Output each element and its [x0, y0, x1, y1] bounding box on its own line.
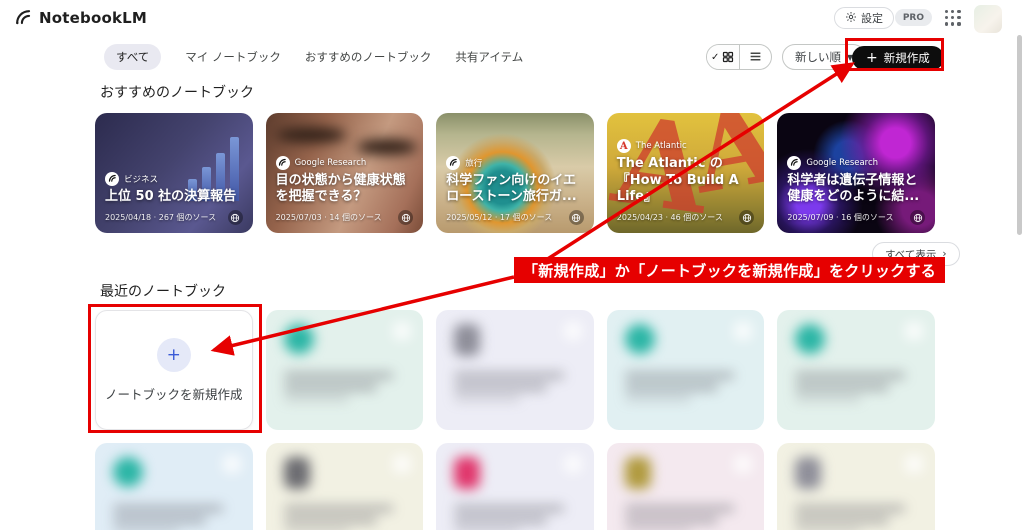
- card-badge: 旅行: [465, 158, 483, 169]
- app-title: NotebookLM: [39, 8, 148, 27]
- create-new-button[interactable]: + 新規作成: [852, 46, 944, 70]
- card-badge: The Atlantic: [635, 141, 687, 152]
- notebooklm-badge-icon: [787, 155, 802, 170]
- app-logo[interactable]: NotebookLM: [14, 8, 147, 27]
- tab-shared-items[interactable]: 共有アイテム: [455, 49, 523, 65]
- scrollbar-thumb[interactable]: [1017, 35, 1022, 235]
- card-title: 科学ファン向けのイエローストーン旅行ガ...: [446, 172, 577, 204]
- notebook-card-blurred[interactable]: [265, 310, 424, 430]
- notebook-card-blurred[interactable]: [777, 443, 935, 530]
- grid-view-icon: [722, 48, 734, 67]
- plus-icon: +: [866, 50, 878, 66]
- notebook-card-blurred[interactable]: [95, 443, 253, 530]
- card-meta: 2025/07/03 · 14 個のソース: [275, 213, 382, 222]
- settings-button[interactable]: 設定: [834, 7, 894, 29]
- globe-icon: [568, 210, 584, 225]
- notebook-card-blurred[interactable]: [265, 443, 424, 530]
- card-badge: Google Research: [294, 157, 367, 168]
- tab-my-notebooks[interactable]: マイ ノートブック: [185, 49, 281, 65]
- card-title: The Atlantic の『How To Build A Life』: [616, 156, 739, 204]
- notebook-card-blurred[interactable]: [436, 443, 594, 530]
- gear-icon: [845, 11, 857, 26]
- featured-card-yellowstone[interactable]: 旅行 科学ファン向けのイエローストーン旅行ガ... 2025/05/12 · 1…: [436, 113, 594, 233]
- notebook-card-blurred[interactable]: [777, 310, 935, 430]
- card-title: 上位 50 社の決算報告: [105, 188, 237, 204]
- app-header: NotebookLM 設定 PRO: [0, 0, 1024, 36]
- notebooklm-logo-icon: [14, 8, 33, 27]
- featured-card-business[interactable]: ビジネス 上位 50 社の決算報告 2025/04/18 · 267 個のソース: [95, 113, 253, 233]
- globe-icon: [739, 210, 755, 225]
- notebooklm-badge-icon: [275, 155, 290, 170]
- notebooklm-badge-icon: [105, 171, 119, 186]
- check-icon: ✓: [711, 51, 720, 63]
- create-new-label: 新規作成: [883, 51, 930, 65]
- globe-icon: [398, 210, 414, 225]
- card-badge: ビジネス: [124, 174, 159, 185]
- list-view-segment[interactable]: [740, 45, 772, 69]
- sort-label: 新しい順: [795, 50, 841, 64]
- atlantic-badge-icon: A: [616, 139, 631, 154]
- notebook-card-blurred[interactable]: [606, 443, 765, 530]
- list-view-icon: [749, 48, 762, 67]
- plus-icon: +: [156, 337, 191, 372]
- recent-section-title: 最近のノートブック: [100, 284, 226, 300]
- view-toggle: ✓: [706, 44, 772, 70]
- pro-badge: PRO: [894, 9, 932, 26]
- card-meta: 2025/04/18 · 267 個のソース: [105, 213, 217, 222]
- settings-label: 設定: [861, 12, 883, 25]
- featured-section-title: おすすめのノートブック: [100, 85, 254, 101]
- notebook-tabs: すべて マイ ノートブック おすすめのノートブック 共有アイテム: [104, 44, 523, 70]
- featured-card-atlantic[interactable]: A A A The Atlantic The Atlantic の『How To…: [606, 113, 765, 233]
- featured-card-genetics[interactable]: Google Research 科学者は遺伝子情報と健康をどのように結... 2…: [777, 113, 935, 233]
- notebook-card-blurred[interactable]: [436, 310, 594, 430]
- card-meta: 2025/07/09 · 16 個のソース: [787, 213, 894, 222]
- card-title: 目の状態から健康状態を把握できる？: [275, 172, 406, 204]
- notebooklm-badge-icon: [446, 155, 461, 170]
- card-title: 科学者は遺伝子情報と健康をどのように結...: [787, 172, 920, 204]
- card-meta: 2025/04/23 · 46 個のソース: [616, 213, 723, 222]
- create-notebook-card[interactable]: + ノートブックを新規作成: [95, 310, 253, 430]
- notebooklm-page: NotebookLM 設定 PRO すべて マイ ノートブック おすすめのノート…: [0, 0, 1024, 530]
- grid-view-segment[interactable]: ✓: [707, 45, 740, 69]
- create-notebook-label: ノートブックを新規作成: [105, 386, 243, 402]
- globe-icon: [227, 210, 243, 225]
- photo-decoration: [275, 127, 346, 143]
- globe-icon: [910, 210, 925, 225]
- card-meta: 2025/05/12 · 17 個のソース: [446, 213, 553, 222]
- avatar[interactable]: [974, 5, 1002, 33]
- filter-toolbar: すべて マイ ノートブック おすすめのノートブック 共有アイテム ✓ 新しい順 …: [0, 44, 1024, 70]
- google-apps-icon[interactable]: [944, 9, 962, 27]
- tab-featured-notebooks[interactable]: おすすめのノートブック: [305, 49, 432, 65]
- card-badge: Google Research: [806, 157, 879, 168]
- featured-card-eye-health[interactable]: Google Research 目の状態から健康状態を把握できる？ 2025/0…: [265, 113, 424, 233]
- featured-notebooks-grid: ビジネス 上位 50 社の決算報告 2025/04/18 · 267 個のソース: [95, 113, 935, 233]
- recent-notebooks-grid: + ノートブックを新規作成: [95, 310, 935, 530]
- notebook-card-blurred[interactable]: [606, 310, 765, 430]
- annotation-label: 「新規作成」か「ノートブックを新規作成」をクリックする: [514, 257, 946, 283]
- tab-all[interactable]: すべて: [104, 44, 162, 70]
